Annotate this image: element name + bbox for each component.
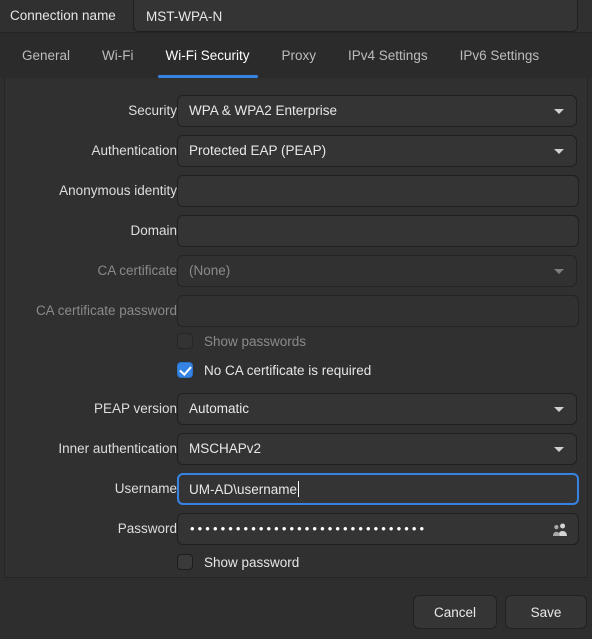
password-value: ••••••••••••••••••••••••••••••• (190, 521, 428, 536)
cancel-button[interactable]: Cancel (413, 595, 497, 629)
row-username: Username UM-AD\username (5, 469, 589, 509)
connection-name-label: Connection name (10, 8, 116, 23)
row-password: Password ••••••••••••••••••••••••••••••• (5, 509, 589, 549)
domain-input[interactable] (177, 215, 579, 247)
authentication-value: Protected EAP (PEAP) (189, 143, 327, 158)
tab-ipv6-settings[interactable]: IPv6 Settings (444, 33, 556, 78)
username-input[interactable]: UM-AD\username (177, 473, 579, 505)
row-authentication: Authentication Protected EAP (PEAP) (5, 131, 589, 171)
peap-version-value: Automatic (189, 401, 250, 416)
chevron-down-icon (554, 109, 564, 114)
row-ca-certificate-password: CA certificate password (5, 291, 589, 331)
people-icon[interactable] (552, 522, 568, 537)
save-button[interactable]: Save (505, 595, 587, 629)
inner-authentication-value: MSCHAPv2 (189, 441, 262, 456)
anonymous-identity-input[interactable] (177, 175, 579, 207)
connection-editor-dialog: Connection name MST-WPA-N General Wi-Fi … (0, 0, 592, 639)
tab-proxy-label: Proxy (281, 48, 317, 63)
tab-bar: General Wi-Fi Wi-Fi Security Proxy IPv4 … (0, 33, 592, 78)
connection-name-value: MST-WPA-N (146, 9, 223, 24)
no-ca-required-label: No CA certificate is required (204, 362, 372, 378)
wifi-security-panel: Security WPA & WPA2 Enterprise Authentic… (4, 78, 588, 578)
chevron-down-icon (554, 149, 564, 154)
security-label: Security (128, 103, 177, 118)
text-caret (298, 481, 300, 497)
show-password-checkbox[interactable]: Show password (177, 549, 299, 575)
tab-ipv4-settings-label: IPv4 Settings (348, 48, 428, 63)
tab-ipv4-settings[interactable]: IPv4 Settings (332, 33, 444, 78)
no-ca-required-checkbox[interactable]: No CA certificate is required (177, 357, 371, 383)
ca-certificate-value: (None) (189, 263, 231, 278)
chevron-down-icon (554, 269, 564, 274)
show-passwords-label: Show passwords (204, 333, 307, 349)
tab-ipv6-settings-label: IPv6 Settings (459, 48, 540, 63)
tab-wifi[interactable]: Wi-Fi (86, 33, 149, 78)
tab-wifi-security[interactable]: Wi-Fi Security (150, 33, 266, 78)
peap-version-combo[interactable]: Automatic (177, 393, 577, 425)
ca-certificate-label: CA certificate (97, 263, 177, 278)
domain-label: Domain (130, 223, 177, 238)
ca-certificate-password-label: CA certificate password (35, 303, 177, 318)
tab-wifi-label: Wi-Fi (102, 48, 134, 63)
checkbox-icon (177, 333, 193, 349)
checkbox-checked-icon (177, 362, 193, 378)
row-domain: Domain (5, 211, 589, 251)
ca-certificate-combo: (None) (177, 255, 577, 287)
authentication-label: Authentication (91, 143, 177, 158)
row-peap-version: PEAP version Automatic (5, 389, 589, 429)
ca-certificate-password-input (177, 295, 579, 327)
row-ca-certificate: CA certificate (None) (5, 251, 589, 291)
show-password-label: Show password (204, 554, 300, 570)
save-button-label: Save (530, 604, 562, 620)
checkbox-icon (177, 554, 193, 570)
tab-proxy[interactable]: Proxy (266, 33, 333, 78)
row-security: Security WPA & WPA2 Enterprise (5, 91, 589, 131)
tab-general[interactable]: General (6, 33, 86, 78)
username-value: UM-AD\username (189, 482, 298, 497)
password-label: Password (117, 521, 177, 536)
security-value: WPA & WPA2 Enterprise (189, 103, 338, 118)
security-combo[interactable]: WPA & WPA2 Enterprise (177, 95, 577, 127)
show-passwords-checkbox: Show passwords (177, 328, 306, 354)
tab-wifi-security-label: Wi-Fi Security (165, 48, 250, 63)
peap-version-label: PEAP version (93, 401, 177, 416)
inner-authentication-combo[interactable]: MSCHAPv2 (177, 433, 577, 465)
username-label: Username (114, 481, 177, 496)
tab-general-label: General (22, 48, 71, 63)
row-inner-authentication: Inner authentication MSCHAPv2 (5, 429, 589, 469)
dialog-footer: Cancel Save (0, 578, 592, 639)
row-anonymous-identity: Anonymous identity (5, 171, 589, 211)
anonymous-identity-label: Anonymous identity (59, 183, 177, 198)
chevron-down-icon (554, 407, 564, 412)
chevron-down-icon (554, 447, 564, 452)
authentication-combo[interactable]: Protected EAP (PEAP) (177, 135, 577, 167)
username-value-wrap: UM-AD\username (189, 475, 300, 505)
connection-name-row: Connection name MST-WPA-N (0, 0, 592, 33)
cancel-button-label: Cancel (433, 604, 477, 620)
password-input[interactable]: ••••••••••••••••••••••••••••••• (177, 513, 579, 545)
connection-name-input[interactable]: MST-WPA-N (133, 0, 578, 32)
inner-authentication-label: Inner authentication (58, 441, 177, 456)
